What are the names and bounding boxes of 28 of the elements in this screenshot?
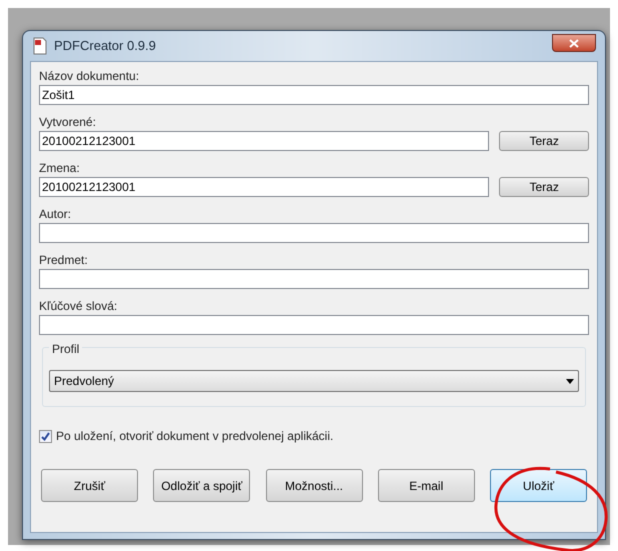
text-field[interactable]: Zošit1 [39,85,589,105]
field-label: Názov dokumentu: [39,68,140,85]
dialog-button[interactable]: Možnosti... [266,469,362,502]
field-label: Zmena: [39,160,81,177]
dialog-button[interactable]: Uložiť [490,469,587,502]
now-button[interactable]: Teraz [499,131,589,151]
field-label: Kľúčové slová: [39,298,118,315]
pdf-document-icon [32,37,48,55]
field-label: Autor: [39,206,72,223]
checkbox[interactable] [39,430,52,442]
dialog-button[interactable]: Zrušiť [41,469,138,502]
dialog-button[interactable]: E-mail [378,469,475,502]
text-field[interactable]: 20100212123001 [39,177,490,197]
check-icon [41,432,50,440]
window-title: PDFCreator 0.9.9 [54,37,156,56]
dialog-button[interactable]: Odložiť a spojiť [153,469,250,502]
close-button[interactable] [552,34,596,52]
dropdown-arrow-icon [566,378,574,384]
text-field[interactable] [39,269,589,289]
now-button[interactable]: Teraz [499,177,589,197]
text-field[interactable]: 20100212123001 [39,131,490,151]
profile-dropdown[interactable]: Predvolený [49,370,579,392]
text-field[interactable] [39,315,589,335]
text-field[interactable] [39,223,589,243]
close-icon [569,38,579,48]
field-label: Predmet: [39,252,89,269]
field-label: Vytvorené: [39,114,97,131]
checkbox-label: Po uložení, otvoriť dokument v predvolenej aplikácii. [56,428,334,445]
